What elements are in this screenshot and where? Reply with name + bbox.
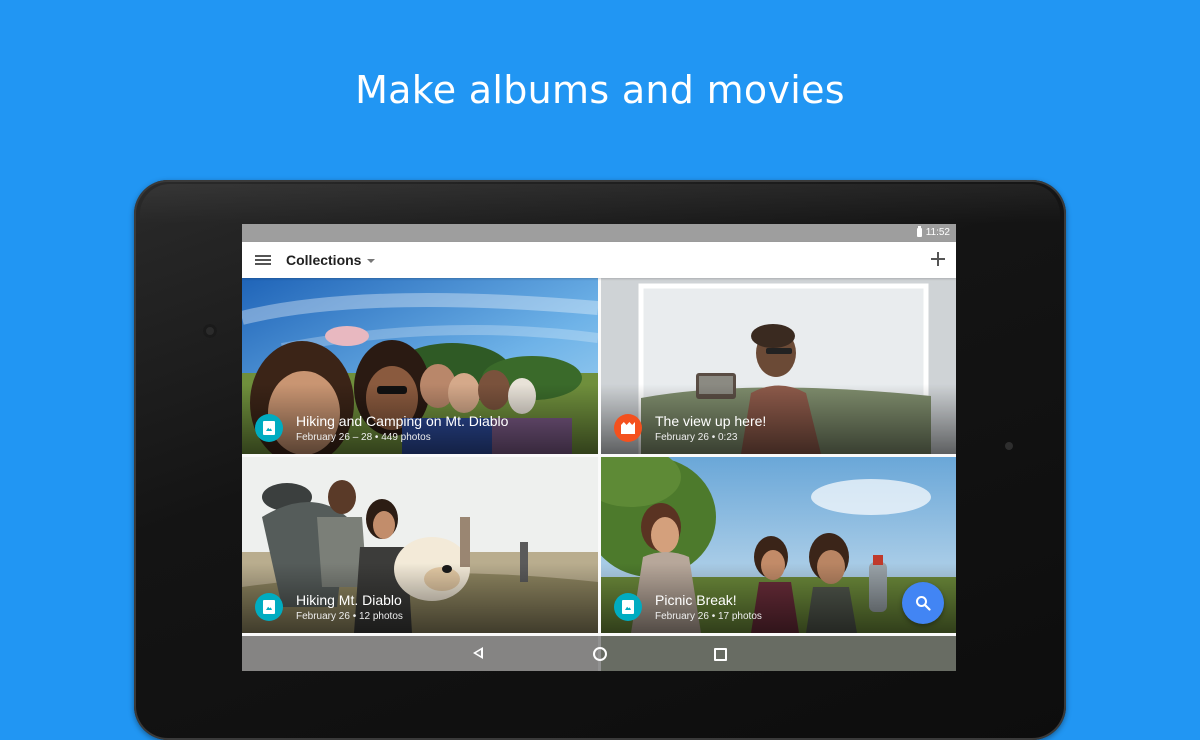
card-subtitle: February 26 • 12 photos [296, 611, 403, 622]
status-right: 11:52 [916, 226, 950, 238]
movie-icon [621, 422, 635, 434]
recents-icon[interactable] [714, 648, 727, 661]
movie-badge [614, 414, 642, 442]
headline: Make albums and movies [355, 68, 845, 112]
tablet-screen: 11:52 Collections Hiking and Camping on … [242, 224, 956, 671]
app-bar-title: Collections [286, 252, 362, 268]
album-badge [614, 593, 642, 621]
card-title: Hiking Mt. Diablo [296, 592, 402, 608]
status-time: 11:52 [925, 227, 950, 238]
card-subtitle: February 26 • 17 photos [655, 611, 762, 622]
battery-icon [916, 226, 922, 237]
collections-dropdown[interactable]: Collections [286, 252, 376, 268]
status-bar: 11:52 [242, 224, 956, 242]
home-icon[interactable] [593, 647, 607, 661]
card-title: Hiking and Camping on Mt. Diablo [296, 413, 509, 429]
album-badge [255, 414, 283, 442]
album-icon [263, 600, 275, 614]
card-subtitle: February 26 – 28 • 449 photos [296, 432, 431, 443]
album-icon [263, 421, 275, 435]
card-title: Picnic Break! [655, 592, 737, 608]
add-icon[interactable] [931, 252, 945, 266]
card-title: The view up here! [655, 413, 767, 429]
album-badge [255, 593, 283, 621]
camera-icon [203, 324, 217, 338]
tablet-sheen [140, 184, 1060, 224]
dropdown-caret-icon [367, 259, 376, 263]
collection-card-view-up-here[interactable]: The view up here! February 26 • 0:23 [601, 278, 956, 454]
search-fab[interactable] [902, 582, 944, 624]
card-subtitle: February 26 • 0:23 [655, 432, 738, 443]
app-bar: Collections [242, 242, 956, 278]
album-icon [622, 600, 634, 614]
collection-card-hiking-mt-diablo[interactable]: Hiking Mt. Diablo February 26 • 12 photo… [242, 457, 598, 633]
search-icon [916, 596, 931, 611]
nav-bar [242, 636, 956, 671]
back-icon[interactable] [473, 647, 483, 659]
collection-card-hiking-camping[interactable]: Hiking and Camping on Mt. Diablo Februar… [242, 278, 598, 454]
menu-icon[interactable] [255, 254, 271, 266]
sensor-dot [1005, 442, 1013, 450]
